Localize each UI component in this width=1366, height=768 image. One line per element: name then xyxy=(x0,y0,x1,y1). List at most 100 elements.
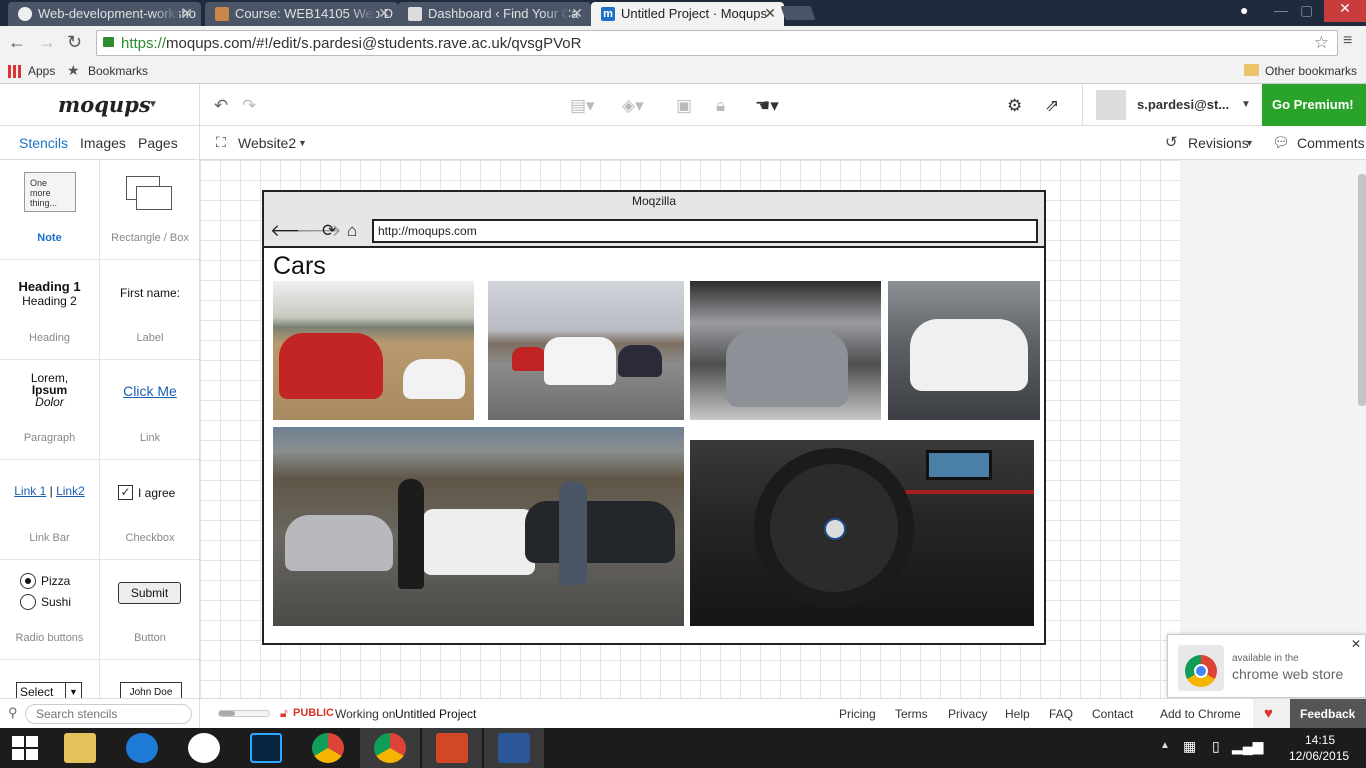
star-icon[interactable]: ☆ xyxy=(1314,33,1329,53)
other-bookmarks[interactable]: Other bookmarks xyxy=(1265,64,1357,78)
footer-link-pricing[interactable]: Pricing xyxy=(839,707,876,721)
stencil-select[interactable]: Select ▼ xyxy=(0,660,100,698)
close-tab-icon[interactable]: ✕ xyxy=(764,5,776,22)
new-tab-button[interactable] xyxy=(780,6,816,20)
gear-icon[interactable]: ⚙ xyxy=(1007,96,1022,116)
redo-icon[interactable]: ↷ xyxy=(242,96,256,116)
volume-icon[interactable]: 🔈︎ xyxy=(1258,737,1266,754)
design-canvas[interactable]: Moqzilla 🡐 🡒 ⟳ ⌂ http://moqups.com Cars xyxy=(200,160,1366,698)
minimize-icon[interactable]: — xyxy=(1274,2,1288,18)
taskbar-explorer[interactable] xyxy=(50,728,110,768)
taskbar-ie[interactable] xyxy=(112,728,172,768)
search-stencils-input[interactable] xyxy=(25,704,192,724)
lock-icon[interactable]: 🔒︎ xyxy=(716,96,725,116)
car-photo-6[interactable] xyxy=(690,440,1034,626)
footer-link-help[interactable]: Help xyxy=(1005,707,1030,721)
close-tab-icon[interactable]: ✕ xyxy=(378,5,390,22)
footer-link-privacy[interactable]: Privacy xyxy=(948,707,987,721)
share-icon[interactable]: ⇗ xyxy=(1045,96,1059,116)
stencil-caption: Label xyxy=(136,332,164,344)
stencil-button[interactable]: Submit Button xyxy=(100,560,199,660)
car-photo-3[interactable] xyxy=(690,281,881,420)
interaction-icon[interactable]: ☚▾ xyxy=(755,96,779,116)
stencil-paragraph[interactable]: Lorem, Ipsum Dolor Paragraph xyxy=(0,360,100,460)
show-hidden-icons[interactable]: ▲ xyxy=(1160,740,1170,751)
footer-link-contact[interactable]: Contact xyxy=(1092,707,1133,721)
sitemap-icon: ⛶ xyxy=(216,134,226,150)
footer-link-terms[interactable]: Terms xyxy=(895,707,928,721)
taskbar-chrome-active[interactable] xyxy=(360,728,420,768)
go-premium-button[interactable]: Go Premium! xyxy=(1262,84,1366,126)
stencil-rectangle[interactable]: Rectangle / Box xyxy=(100,160,199,260)
tab-stencils[interactable]: Stencils xyxy=(19,135,68,151)
page-selector[interactable]: Website2 xyxy=(238,135,296,151)
stencil-heading[interactable]: Heading 1 Heading 2 Heading xyxy=(0,260,100,360)
clock-time[interactable]: 14:15 xyxy=(1305,733,1335,747)
stencil-link-bar[interactable]: Link 1 | Link2 Link Bar xyxy=(0,460,100,560)
address-bar[interactable]: https://moqups.com/#!/edit/s.pardesi@stu… xyxy=(96,30,1338,56)
tab-images[interactable]: Images xyxy=(80,135,126,151)
tab-pages[interactable]: Pages xyxy=(138,135,178,151)
browser-toolbar: ← → ↻ https://moqups.com/#!/edit/s.parde… xyxy=(0,26,1366,60)
stencil-radio[interactable]: Pizza Sushi Radio buttons xyxy=(0,560,100,660)
stencil-label[interactable]: First name: Label xyxy=(100,260,199,360)
heart-button[interactable]: ♥ xyxy=(1253,699,1290,729)
comments-button[interactable]: Comments xyxy=(1297,135,1365,151)
vertical-scrollbar[interactable] xyxy=(1358,174,1366,406)
footer-link-faq[interactable]: FAQ xyxy=(1049,707,1073,721)
menu-icon[interactable]: ≡ xyxy=(1343,32,1352,50)
profile-icon[interactable]: ● xyxy=(1240,2,1248,18)
chevron-down-icon[interactable]: ▼ xyxy=(298,138,307,148)
public-badge[interactable]: PUBLIC xyxy=(293,707,334,719)
taskbar-chrome[interactable] xyxy=(298,728,358,768)
browser-tab-1[interactable]: Web-development-worksho ✕ xyxy=(8,2,201,26)
close-window-icon[interactable]: ✕ xyxy=(1324,0,1366,22)
close-tab-icon[interactable]: ✕ xyxy=(181,5,193,22)
browser-tab-4[interactable]: m Untitled Project · Moqups ✕ xyxy=(591,2,784,26)
car-photo-2[interactable] xyxy=(488,281,684,420)
group-icon[interactable]: ▣ xyxy=(676,96,692,116)
maximize-icon[interactable]: ▢ xyxy=(1300,2,1313,19)
layers-icon[interactable]: ◈▾ xyxy=(622,96,644,116)
car-photo-5[interactable] xyxy=(273,427,684,626)
browser-tab-3[interactable]: Dashboard ‹ Find Your Ca ✕ xyxy=(398,2,591,26)
back-icon[interactable]: ← xyxy=(8,32,26,53)
align-icon[interactable]: ▤▾ xyxy=(570,96,595,116)
stencil-checkbox[interactable]: ✓ I agree Checkbox xyxy=(100,460,199,560)
add-to-chrome-link[interactable]: Add to Chrome xyxy=(1160,707,1241,721)
revisions-button[interactable]: Revisions xyxy=(1188,135,1249,151)
car-photo-4[interactable] xyxy=(888,281,1040,420)
bookmarks-bookmark[interactable]: Bookmarks xyxy=(88,64,148,78)
close-tab-icon[interactable]: ✕ xyxy=(571,5,583,22)
word-icon xyxy=(498,733,530,763)
user-menu[interactable]: s.pardesi@st... ▼ xyxy=(1082,84,1262,126)
stencil-caption: Button xyxy=(134,632,166,644)
browser-tab-2[interactable]: Course: WEB14105 Web D ✕ xyxy=(205,2,398,26)
stencil-link[interactable]: Click Me Link xyxy=(100,360,199,460)
undo-icon[interactable]: ↶ xyxy=(214,96,228,116)
taskbar-hp[interactable] xyxy=(174,728,234,768)
mockup-window-title: Moqzilla xyxy=(631,194,676,208)
action-center-icon[interactable]: ▦ xyxy=(1183,738,1196,755)
stencil-note[interactable]: One more thing... Note xyxy=(0,160,100,260)
reload-icon[interactable]: ↻ xyxy=(67,32,82,53)
taskbar-word[interactable] xyxy=(484,728,544,768)
taskbar-photoshop[interactable] xyxy=(236,728,296,768)
car-photo-1[interactable] xyxy=(273,281,474,420)
forward-icon[interactable]: → xyxy=(38,32,56,53)
taskbar-powerpoint[interactable] xyxy=(422,728,482,768)
stencil-textinput[interactable]: John Doe xyxy=(100,660,199,698)
battery-icon[interactable]: ▯ xyxy=(1212,738,1220,755)
chevron-down-icon[interactable]: ▼ xyxy=(1245,138,1254,148)
clock-date[interactable]: 12/06/2015 xyxy=(1289,749,1349,763)
apps-bookmark[interactable]: Apps xyxy=(28,64,55,78)
zoom-slider[interactable] xyxy=(218,710,270,717)
chevron-down-icon[interactable]: ▼ xyxy=(148,99,158,110)
chrome-web-store-popup[interactable]: available in the chrome web store ✕ xyxy=(1167,634,1366,698)
project-name[interactable]: Untitled Project xyxy=(395,707,476,721)
mockup-browser-window[interactable]: Moqzilla 🡐 🡒 ⟳ ⌂ http://moqups.com Cars xyxy=(262,190,1046,645)
mockup-url-field: http://moqups.com xyxy=(372,219,1038,243)
moqups-logo[interactable]: moqups xyxy=(58,92,151,117)
feedback-button[interactable]: Feedback xyxy=(1290,699,1366,729)
close-icon[interactable]: ✕ xyxy=(1351,637,1361,651)
